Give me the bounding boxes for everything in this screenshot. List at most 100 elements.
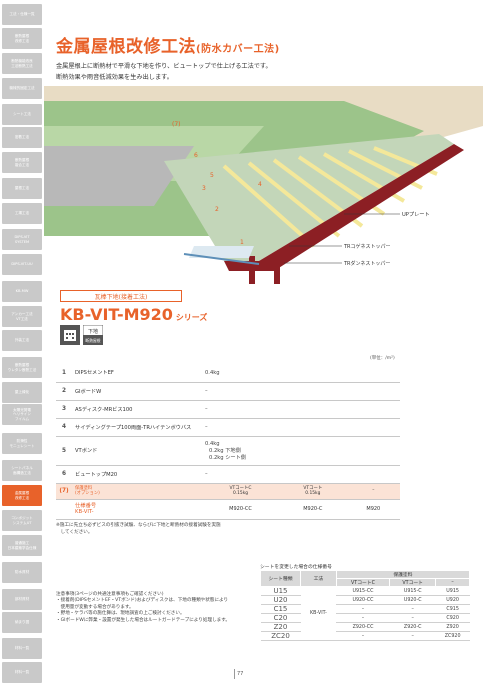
sheet-c1: –	[336, 613, 390, 623]
sidebar-item[interactable]: シートパネル 面構造工法	[2, 460, 42, 481]
spec-no: 2	[56, 382, 72, 401]
sheet-c3: U920	[435, 595, 470, 605]
page-subtitle: (防水カバー工法)	[196, 44, 280, 55]
header-c3: –	[435, 578, 470, 587]
sidebar-item[interactable]: 外装工法	[2, 330, 42, 351]
sidebar-item[interactable]: 部材資材	[2, 589, 42, 610]
sheet-row: C15– – C915	[260, 604, 470, 614]
badges: 下地 断熱屋根	[60, 325, 103, 345]
label-tr-ten-stopper: TRダンネストッパー	[343, 260, 390, 267]
sidebar-item[interactable]: 材料一覧	[2, 638, 42, 659]
spec-name: GIボードW	[72, 382, 202, 401]
header-paint: 保護塗料	[335, 570, 471, 579]
option-c3: –	[346, 483, 400, 500]
sidebar-item[interactable]: 防滑性 モニュレシート	[2, 433, 42, 454]
sheet-c3: C915	[435, 604, 470, 614]
spec-no: 4	[56, 418, 72, 437]
sidebar-item[interactable]: 太陽光発電 ヘリサイン フイルム	[2, 404, 42, 425]
spec-name: DIPSセメントEF	[72, 364, 202, 383]
sidebar-item[interactable]: 断熱屋根 ウレタン断熱工法	[2, 357, 42, 378]
sheet-c3: U915	[435, 586, 470, 596]
building-icon	[60, 325, 80, 345]
sheet-c2: Z920-C	[389, 622, 436, 632]
sheet-row: U15 KB-VIT- U915-CC U915-C U915	[260, 586, 470, 641]
sidebar-item[interactable]: 屋上緑化	[2, 382, 42, 403]
sidebar-item[interactable]: 密着工法	[2, 127, 42, 148]
sidebar-item[interactable]: 納まり図	[2, 612, 42, 633]
roof-cutaway-illustration: (7) 6 5 4 3 2 1 UPプレート TRコゲネストッパー TRダンネス…	[44, 86, 483, 284]
sheet-c3: ZC920	[435, 631, 470, 641]
callout-7: (7)	[172, 121, 181, 128]
code-c2: M920-C	[279, 499, 347, 520]
sidebar-item[interactable]: 断熱屋根 複合工法	[2, 152, 42, 173]
spec-row-option: (7) 保護塗料 (オプション) VTコートC 0.15kg VTコート 0.15kg…	[56, 483, 400, 500]
spec-value: 0.4kg	[202, 364, 400, 383]
label-up-plate: UPプレート	[402, 211, 430, 218]
code-c1: M920-CC	[202, 499, 280, 520]
sheet-c1: Z920-CC	[336, 622, 390, 632]
spec-table: 1 DIPSセメントEF 0.4kg 2 GIボードW –3 ASディスク-MRビ…	[56, 364, 400, 520]
callout-5: 5	[210, 172, 214, 179]
sidebar-item[interactable]: KB-MW	[2, 281, 42, 302]
spec-row: 4 サイディングテープ100両面-TRハイテンボウバス –	[56, 418, 400, 437]
lead-text: 金属屋根上に断熱材で平滑な下地を作り、ビュートップで仕上げる工法です。 断熱効果…	[56, 63, 272, 81]
sidebar-item[interactable]: DIPS-VIT-UU	[2, 254, 42, 275]
callout-2: 2	[215, 206, 219, 213]
spec-no: (7)	[56, 483, 72, 500]
spec-row: 2 GIボードW –	[56, 382, 400, 401]
page-rule	[234, 669, 235, 679]
header-c1: VTコートC	[335, 578, 391, 587]
spec-row: 3 ASディスク-MRビス100 –	[56, 400, 400, 419]
sidebar-item[interactable]: 断熱機能改良 工法断熱工法	[2, 53, 42, 74]
spec-no: 1	[56, 364, 72, 383]
callout-4: 4	[258, 181, 262, 188]
code-c3: M920	[346, 499, 400, 520]
sheet-c2: –	[389, 604, 436, 614]
header-sheet: シート種類	[260, 570, 301, 587]
header-c2: VTコート	[389, 578, 437, 587]
spec-name: ASディスク-MRビス100	[72, 400, 202, 419]
callout-3: 3	[202, 185, 206, 192]
spec-value: –	[202, 418, 400, 437]
page-number: 77	[237, 671, 244, 677]
spec-row: 5 VTボンド 0.4kg 0.2kg 下地側 0.2kg シート側	[56, 436, 400, 466]
spec-value: –	[202, 465, 400, 484]
category-label: 瓦棒下地(接着工法)	[60, 290, 182, 302]
sidebar-item[interactable]: 断熱屋根 改修工法	[2, 28, 42, 49]
sidebar-item[interactable]: 普通施工 日本建築学会仕様	[2, 535, 42, 556]
sidebar-item[interactable]: アンカー工法 VT工法	[2, 306, 42, 327]
sidebar-item[interactable]: 工場工法	[2, 203, 42, 224]
callout-1: 1	[240, 239, 244, 246]
spec-name: サイディングテープ100両面-TRハイテンボウバス	[72, 418, 202, 437]
sheet-c2: U920-C	[389, 595, 436, 605]
sheet-c2: –	[389, 631, 436, 641]
spec-row-code: 仕様番号 KB-VIT- M920-CC M920-C M920	[56, 499, 400, 520]
sidebar-item[interactable]: 材料一覧	[2, 662, 42, 683]
sidebar-item[interactable]: シート工法	[2, 104, 42, 125]
option-c1: VTコートC 0.15kg	[202, 483, 280, 500]
callout-6: 6	[194, 152, 198, 159]
sidebar-item[interactable]: コンポジット システムUT	[2, 510, 42, 531]
sheet-table-title: シートを変更した場合の仕様番号	[260, 565, 332, 570]
spec-no: 3	[56, 400, 72, 419]
sheet-method: KB-VIT-	[300, 586, 337, 641]
unit-label: (単位：/m²)	[370, 356, 395, 361]
code-label: 仕様番号 KB-VIT-	[72, 499, 202, 520]
sheet-c2: –	[389, 613, 436, 623]
sheet-c1: U915-CC	[336, 586, 390, 596]
sidebar-item[interactable]: 工法・仕様一覧	[2, 4, 42, 25]
spec-value: –	[202, 400, 400, 419]
sidebar-item[interactable]: 機械的固定工法	[2, 78, 42, 99]
option-c2: VTコート 0.15kg	[279, 483, 347, 500]
sheet-c1: U920-CC	[336, 595, 390, 605]
sheet-row: U20 U920-CC U920-C U920	[260, 595, 470, 605]
sidebar-item[interactable]: DIPS-VIT SYSTEM	[2, 229, 42, 250]
sidebar-item[interactable]: 防水資材	[2, 562, 42, 583]
svg-text:下地: 下地	[88, 328, 98, 335]
notes: 注意事項(3ページの共通注意事項もご確認ください) ・接着剤(DIPSセメントE…	[56, 592, 231, 623]
sheet-c1: –	[336, 604, 390, 614]
spec-no: 5	[56, 436, 72, 466]
spec-name: 保護塗料 (オプション)	[72, 483, 202, 500]
sidebar-item[interactable]: 金属屋根 改修工法	[2, 485, 42, 506]
sidebar-item[interactable]: 屋根工法	[2, 178, 42, 199]
